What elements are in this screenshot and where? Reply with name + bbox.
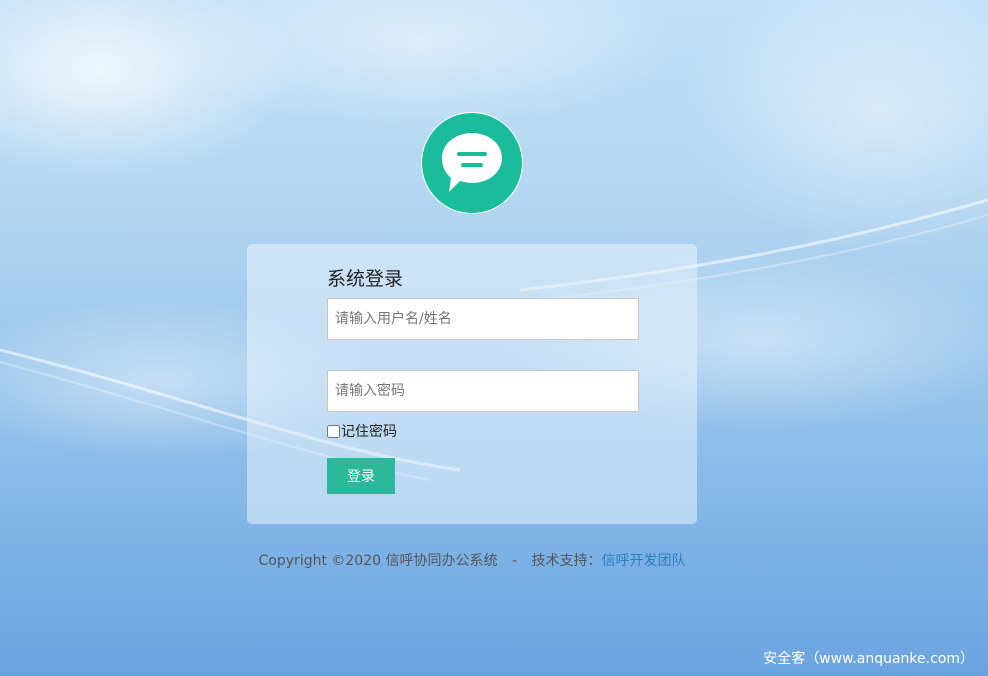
app-logo <box>421 112 523 214</box>
login-panel: 系统登录 记住密码 登录 <box>247 244 697 524</box>
login-button[interactable]: 登录 <box>327 458 395 494</box>
support-link[interactable]: 信呼开发团队 <box>601 553 685 569</box>
password-input[interactable] <box>327 370 639 412</box>
remember-password[interactable]: 记住密码 <box>327 421 397 441</box>
username-input[interactable] <box>327 298 639 340</box>
support-label: 技术支持： <box>531 553 602 569</box>
copyright-text: Copyright ©2020 信呼协同办公系统 <box>258 553 498 569</box>
chat-bubble-icon <box>422 113 522 213</box>
footer-separator: - <box>511 553 517 569</box>
footer: Copyright ©2020 信呼协同办公系统 - 技术支持：信呼开发团队 <box>0 550 944 570</box>
watermark: 安全客（www.anquanke.com） <box>763 651 974 667</box>
login-title: 系统登录 <box>327 268 404 290</box>
remember-checkbox[interactable] <box>327 424 340 438</box>
remember-label: 记住密码 <box>341 424 397 440</box>
